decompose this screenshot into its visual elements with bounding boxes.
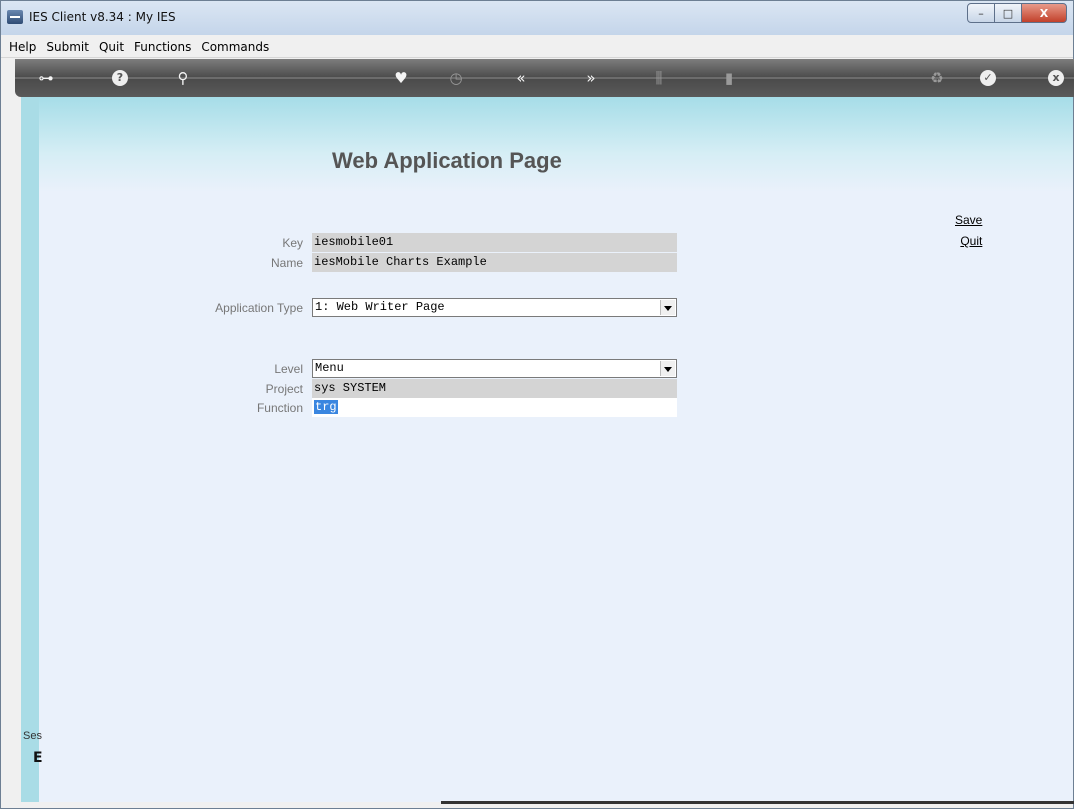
- menu-help[interactable]: Help: [1, 40, 41, 54]
- toolbar: ⊶ ? ⚲ ♥ ◷ « » ⫼ ▮ ♻ ✓ x: [15, 59, 1074, 97]
- level-value: Menu: [315, 361, 344, 375]
- window-controls: – □ X: [967, 3, 1067, 23]
- page-banner: Web Application Page: [39, 97, 1073, 192]
- close-icon[interactable]: x: [1045, 67, 1067, 89]
- next-icon[interactable]: »: [580, 67, 602, 89]
- key-row: Key iesmobile01: [21, 233, 1073, 253]
- application-type-label: Application Type: [215, 301, 303, 315]
- window-title: IES Client v8.34 : My IES: [29, 10, 176, 24]
- application-type-select[interactable]: 1: Web Writer Page: [312, 298, 677, 317]
- help-icon[interactable]: ?: [109, 67, 131, 89]
- tree-icon[interactable]: ⫼: [648, 67, 670, 89]
- menu-commands[interactable]: Commands: [196, 40, 274, 54]
- project-label: Project: [265, 382, 303, 396]
- menu-bar: Help Submit Quit Functions Commands: [1, 36, 1073, 58]
- close-circle: x: [1048, 70, 1064, 86]
- minimize-icon: –: [978, 6, 984, 20]
- close-window-button[interactable]: X: [1021, 3, 1067, 23]
- project-row: Project sys SYSTEM: [21, 379, 1073, 399]
- project-field[interactable]: sys SYSTEM: [312, 379, 677, 398]
- session-icon[interactable]: E: [33, 750, 43, 766]
- status-bar: [441, 801, 1074, 804]
- maximize-button[interactable]: □: [994, 3, 1022, 23]
- previous-icon[interactable]: «: [510, 67, 532, 89]
- function-row: Function trg: [21, 398, 1073, 418]
- level-row: Level Menu: [21, 359, 1073, 379]
- level-select[interactable]: Menu: [312, 359, 677, 378]
- application-type-value: 1: Web Writer Page: [315, 300, 445, 314]
- function-field[interactable]: trg: [312, 398, 677, 417]
- page-title: Web Application Page: [332, 148, 562, 173]
- check-circle: ✓: [980, 70, 996, 86]
- help-circle: ?: [112, 70, 128, 86]
- check-icon[interactable]: ✓: [977, 67, 999, 89]
- menu-submit[interactable]: Submit: [41, 40, 94, 54]
- refresh-icon[interactable]: ♻: [926, 67, 948, 89]
- menu-quit[interactable]: Quit: [94, 40, 129, 54]
- search-icon[interactable]: ⚲: [172, 67, 194, 89]
- chevron-down-icon[interactable]: [660, 300, 675, 315]
- app-window: IES Client v8.34 : My IES – □ X Help Sub…: [0, 0, 1074, 809]
- name-row: Name iesMobile Charts Example: [21, 253, 1073, 273]
- name-label: Name: [270, 256, 303, 270]
- close-window-icon: X: [1039, 6, 1049, 20]
- chevron-down-icon[interactable]: [660, 361, 675, 376]
- save-link[interactable]: Save: [955, 213, 982, 227]
- page-icon[interactable]: ▮: [718, 67, 740, 89]
- minimize-button[interactable]: –: [967, 3, 995, 23]
- clock-icon[interactable]: ◷: [445, 67, 467, 89]
- function-value: trg: [314, 400, 338, 414]
- page-content: Web Application Page Save Quit Key iesmo…: [21, 97, 1073, 802]
- maximize-icon: □: [1002, 6, 1014, 20]
- application-type-row: Application Type 1: Web Writer Page: [21, 298, 1073, 318]
- heart-icon[interactable]: ♥: [390, 67, 412, 89]
- key-icon[interactable]: ⊶: [35, 67, 57, 89]
- session-sidebar: [21, 97, 39, 802]
- title-bar[interactable]: IES Client v8.34 : My IES – □ X: [1, 1, 1073, 35]
- session-label: Ses: [23, 730, 42, 742]
- function-label: Function: [256, 401, 303, 415]
- app-icon[interactable]: [7, 10, 23, 24]
- name-field[interactable]: iesMobile Charts Example: [312, 253, 677, 272]
- key-field[interactable]: iesmobile01: [312, 233, 677, 252]
- menu-functions[interactable]: Functions: [129, 40, 196, 54]
- key-label: Key: [282, 236, 303, 250]
- level-label: Level: [274, 362, 303, 376]
